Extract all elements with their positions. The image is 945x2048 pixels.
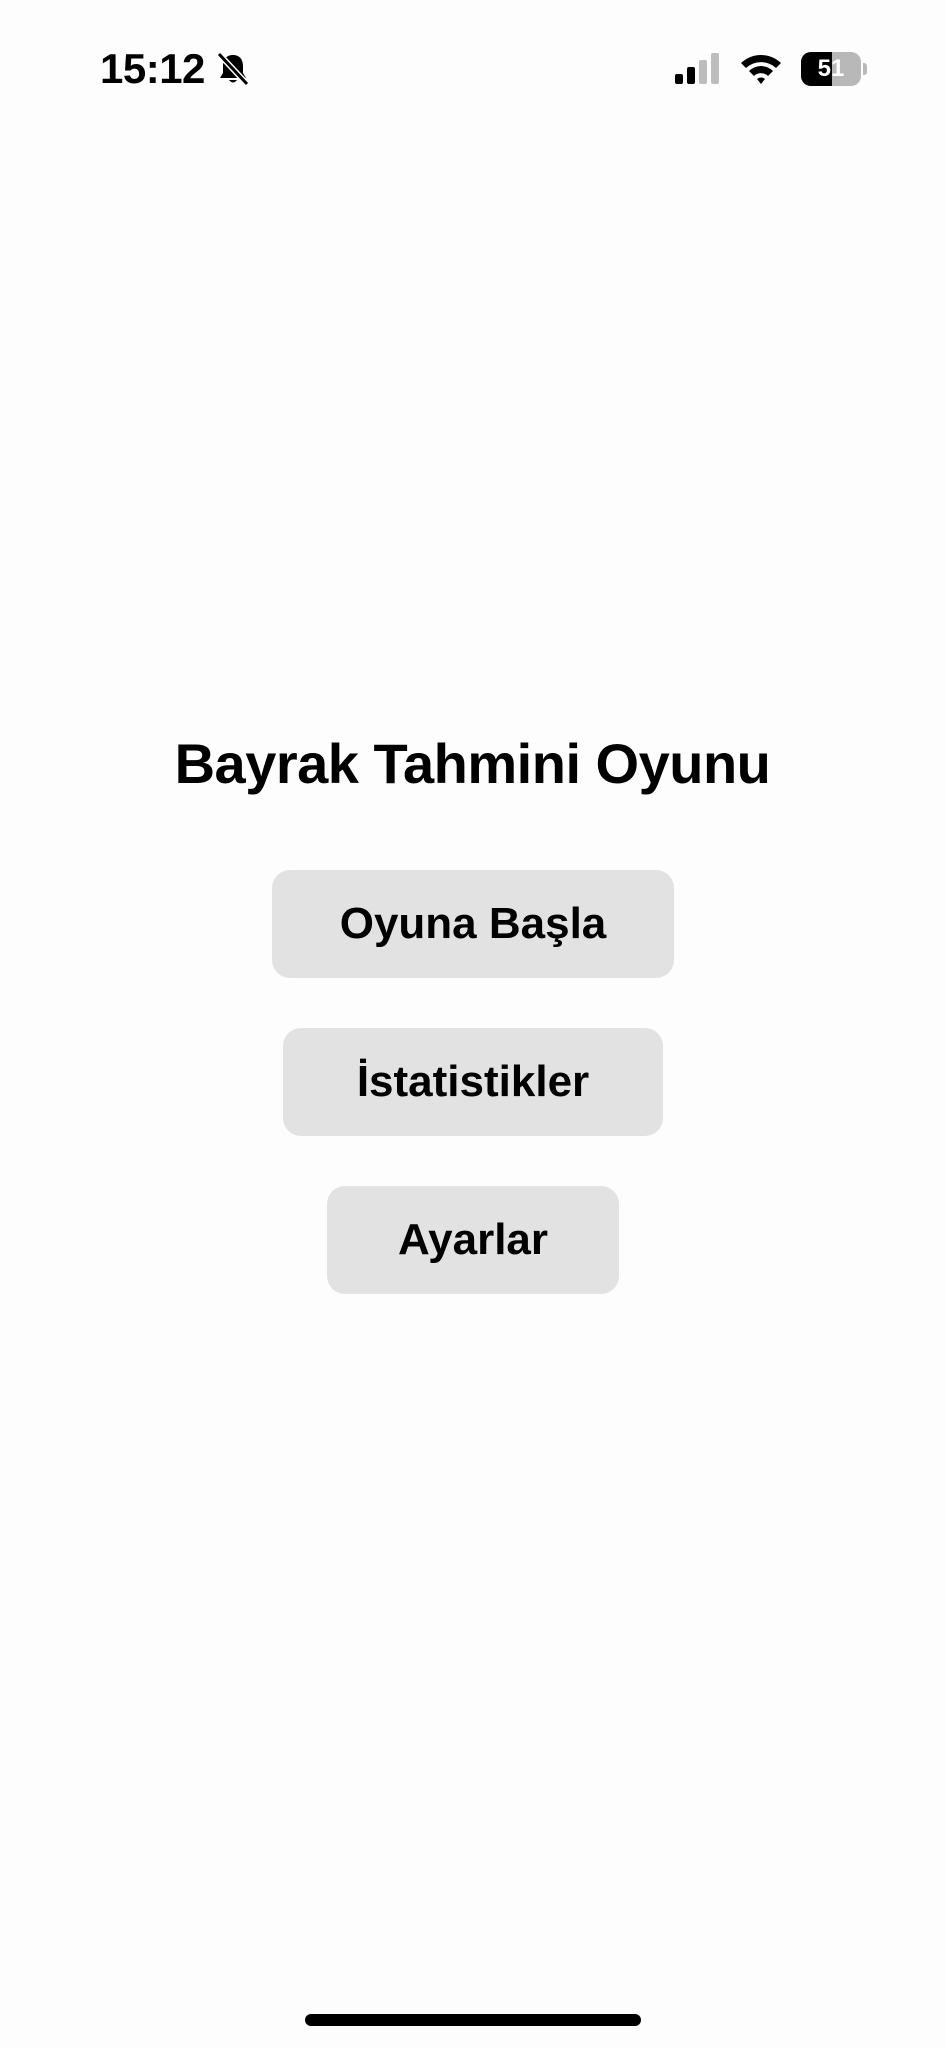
battery-indicator: 51 (783, 52, 867, 86)
settings-button[interactable]: Ayarlar (327, 1186, 619, 1294)
statistics-button[interactable]: İstatistikler (283, 1028, 663, 1136)
battery-cap (863, 63, 867, 75)
start-game-button[interactable]: Oyuna Başla (272, 870, 674, 978)
app-screen: 15:12 51 Bayrak Tahmini Oyunu Oyuna Başl… (0, 0, 945, 2048)
status-left: 15:12 (100, 46, 253, 92)
page-title: Bayrak Tahmini Oyunu (174, 732, 771, 795)
battery-level: 51 (817, 55, 845, 82)
battery-icon: 51 (801, 52, 861, 86)
home-indicator[interactable] (305, 2014, 641, 2026)
bell-slash-icon (213, 49, 253, 89)
status-time: 15:12 (100, 45, 205, 92)
wifi-icon (739, 52, 783, 86)
cellular-signal-icon (673, 52, 721, 86)
status-right: 51 (673, 52, 867, 86)
status-bar: 15:12 51 (0, 0, 945, 140)
